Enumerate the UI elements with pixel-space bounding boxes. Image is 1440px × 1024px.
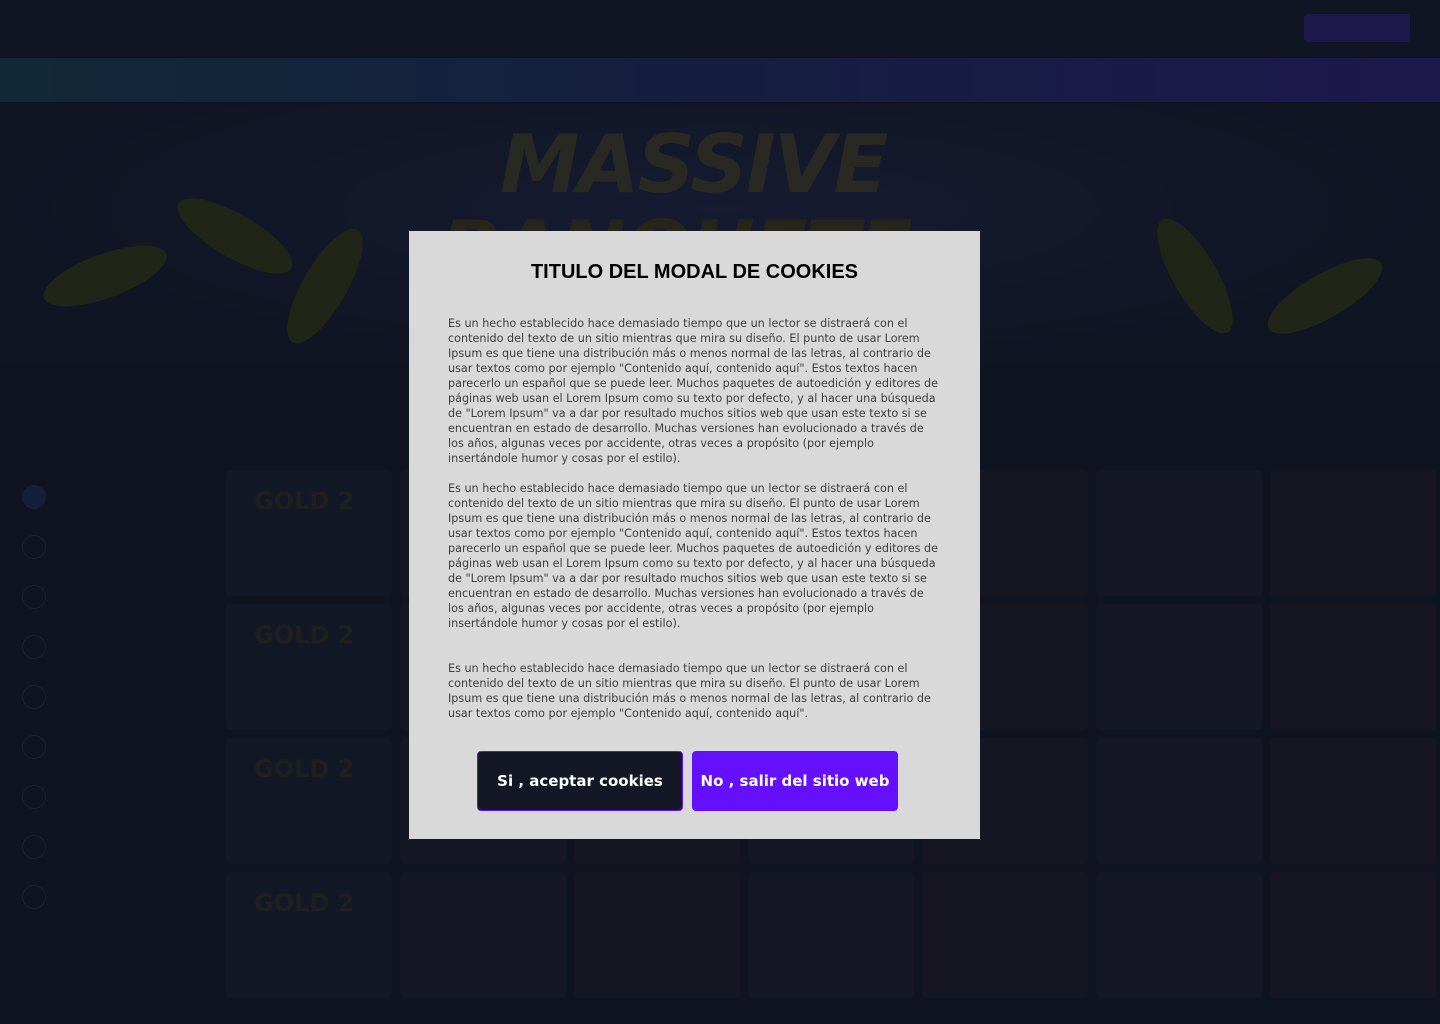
modal-paragraph: Es un hecho establecido hace demasiado t…: [448, 482, 938, 630]
modal-paragraph: Es un hecho establecido hace demasiado t…: [448, 662, 931, 720]
modal-title: TITULO DEL MODAL DE COOKIES: [530, 261, 859, 283]
accept-cookies-button[interactable]: Si , aceptar cookies: [477, 751, 683, 811]
leave-site-button[interactable]: No , salir del sitio web: [692, 751, 898, 811]
cookie-modal: TITULO DEL MODAL DE COOKIES Es un hecho …: [409, 231, 980, 839]
modal-paragraph: Es un hecho establecido hace demasiado t…: [448, 317, 938, 465]
